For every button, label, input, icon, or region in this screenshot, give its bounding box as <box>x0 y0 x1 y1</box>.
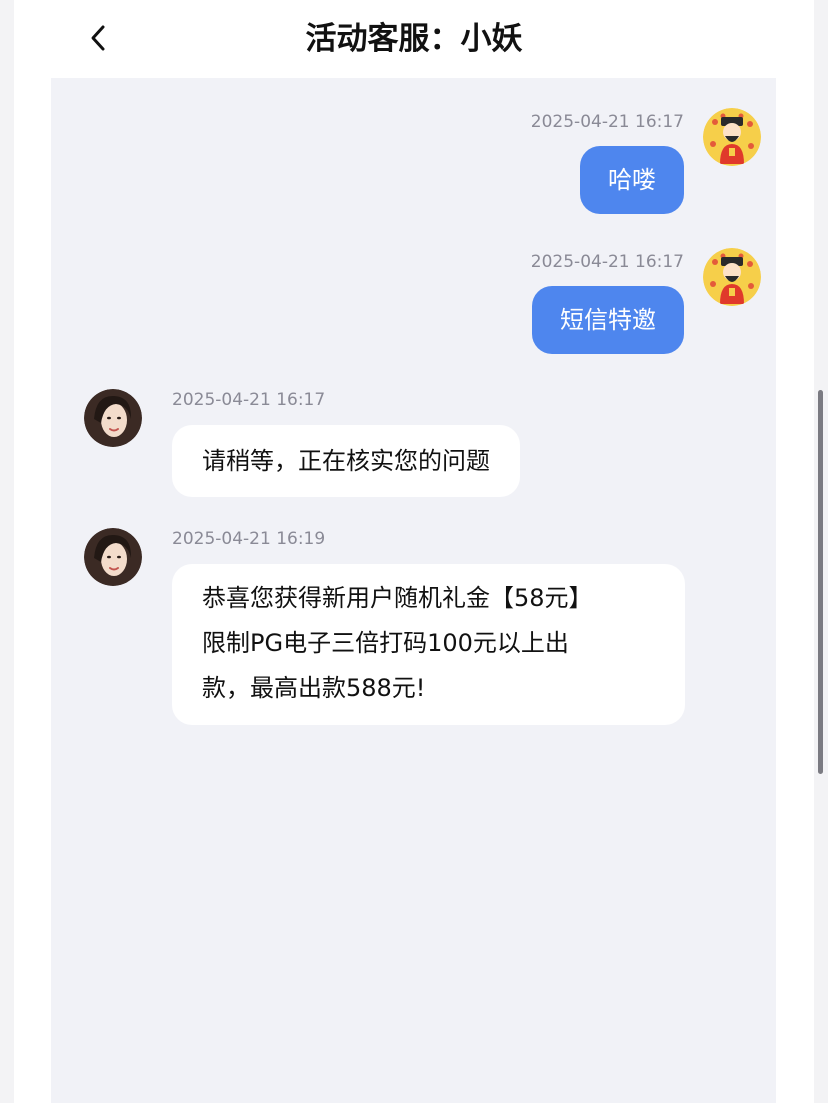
god-of-wealth-avatar <box>703 248 761 306</box>
agent-avatar[interactable] <box>84 389 142 447</box>
message-line: 款，最高出款588元! <box>202 674 426 702</box>
app-frame: 活动客服：小妖 2025-04-21 16:17 哈喽 2025-04-21 1… <box>14 0 814 1103</box>
header-bar: 活动客服：小妖 <box>14 0 814 78</box>
chat-area[interactable]: 2025-04-21 16:17 哈喽 2025-04-21 16:17 短信特… <box>51 78 776 1103</box>
agent-avatar <box>84 528 142 586</box>
outgoing-message-bubble[interactable]: 哈喽 <box>580 146 684 214</box>
message-timestamp: 2025-04-21 16:19 <box>172 529 326 549</box>
incoming-message-bubble[interactable]: 恭喜您获得新用户随机礼金【58元】 限制PG电子三倍打码100元以上出 款，最高… <box>172 564 685 725</box>
message-line: 限制PG电子三倍打码100元以上出 <box>202 629 569 657</box>
scrollbar[interactable] <box>818 390 823 774</box>
user-avatar[interactable] <box>703 108 761 166</box>
agent-avatar <box>84 389 142 447</box>
message-timestamp: 2025-04-21 16:17 <box>530 252 684 272</box>
god-of-wealth-avatar <box>703 108 761 166</box>
message-line: 恭喜您获得新用户随机礼金【58元】 <box>202 584 593 612</box>
message-timestamp: 2025-04-21 16:17 <box>172 390 326 410</box>
user-avatar[interactable] <box>703 248 761 306</box>
incoming-message-bubble[interactable]: 请稍等，正在核实您的问题 <box>172 425 520 497</box>
outgoing-message-bubble[interactable]: 短信特邀 <box>532 286 684 354</box>
agent-avatar[interactable] <box>84 528 142 586</box>
page-title: 活动客服：小妖 <box>305 21 523 57</box>
message-timestamp: 2025-04-21 16:17 <box>530 112 684 132</box>
